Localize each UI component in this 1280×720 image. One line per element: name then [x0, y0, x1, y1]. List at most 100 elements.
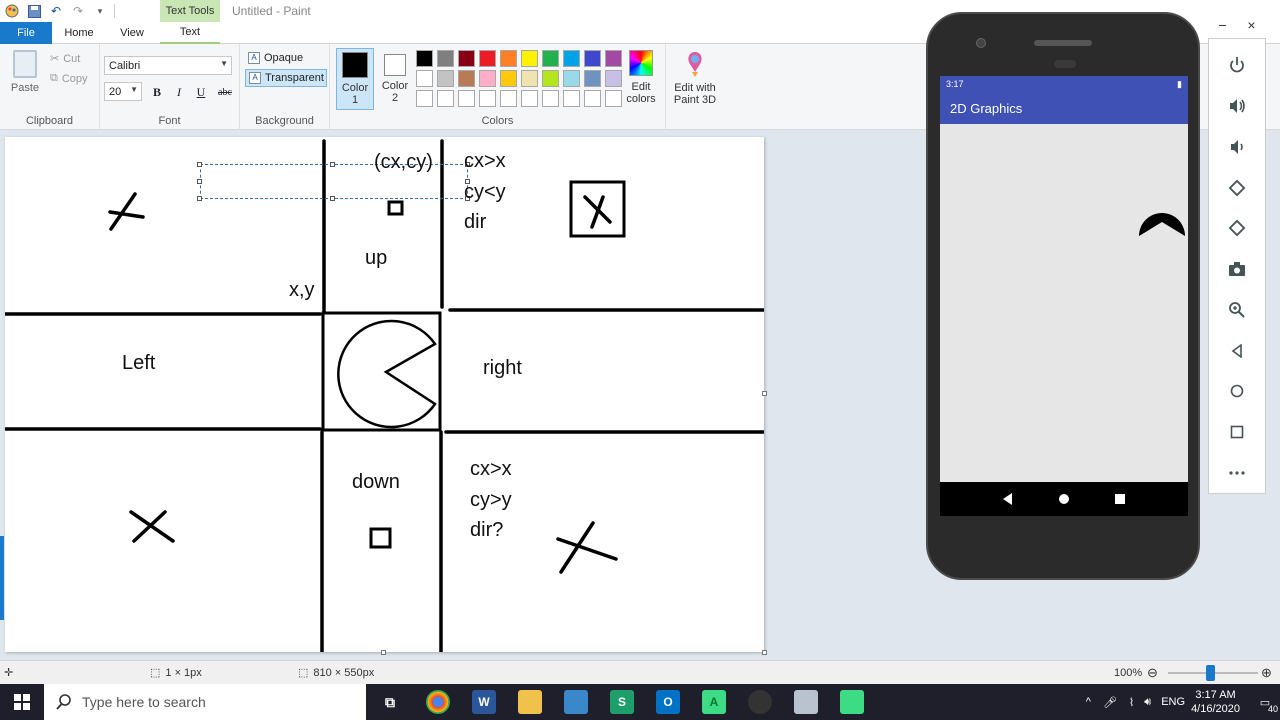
palette-swatch[interactable]: [563, 90, 580, 107]
app-icon[interactable]: S: [610, 690, 634, 714]
file-explorer-icon[interactable]: [518, 690, 542, 714]
paint-app-icon[interactable]: [4, 3, 20, 19]
save-icon[interactable]: [26, 3, 42, 19]
camera-icon[interactable]: [1217, 249, 1257, 290]
start-button[interactable]: [0, 684, 44, 720]
palette-swatch[interactable]: [521, 70, 538, 87]
palette-swatch[interactable]: [458, 50, 475, 67]
palette-swatch[interactable]: [521, 50, 538, 67]
palette-swatch[interactable]: [437, 90, 454, 107]
palette-swatch[interactable]: [584, 90, 601, 107]
canvas-resize-handle[interactable]: [381, 650, 386, 655]
palette-swatch[interactable]: [605, 90, 622, 107]
volume-down-icon[interactable]: [1217, 126, 1257, 167]
zoom-in-button[interactable]: ⊕: [1261, 665, 1272, 681]
palette-swatch[interactable]: [605, 70, 622, 87]
cut-button[interactable]: ✂ Cut: [50, 52, 80, 66]
palette-swatch[interactable]: [563, 70, 580, 87]
outlook-icon[interactable]: O: [656, 690, 680, 714]
microphone-icon[interactable]: 🎤︎: [1103, 696, 1117, 709]
phone-screen[interactable]: 3:17 ▮ 2D Graphics: [940, 76, 1188, 516]
undo-icon[interactable]: ↶: [48, 3, 64, 19]
palette-swatch[interactable]: [458, 90, 475, 107]
palette-swatch[interactable]: [542, 50, 559, 67]
emulator-taskbar-icon[interactable]: [840, 690, 864, 714]
back-icon[interactable]: [1217, 330, 1257, 371]
notification-center-button[interactable]: ▭ 40: [1250, 684, 1280, 720]
task-view-icon[interactable]: ⧉: [378, 690, 402, 714]
palette-swatch[interactable]: [437, 70, 454, 87]
palette-swatch[interactable]: [500, 90, 517, 107]
chevron-up-icon[interactable]: ^: [1086, 696, 1091, 708]
tab-file[interactable]: File: [0, 22, 52, 44]
language-indicator[interactable]: ENG: [1161, 696, 1185, 708]
edit-with-paint3d-button[interactable]: Edit with Paint 3D: [668, 50, 722, 106]
nav-overview-icon[interactable]: [1114, 493, 1126, 505]
selection-handle[interactable]: [197, 179, 202, 184]
canvas-resize-handle[interactable]: [762, 391, 767, 396]
palette-swatch[interactable]: [500, 50, 517, 67]
palette-swatch[interactable]: [521, 90, 538, 107]
android-studio-icon[interactable]: A: [702, 690, 726, 714]
selection-handle[interactable]: [330, 162, 335, 167]
clock[interactable]: 3:17 AM 4/16/2020: [1191, 688, 1240, 716]
app-icon[interactable]: [748, 690, 772, 714]
font-family-select[interactable]: Calibri ▼: [104, 56, 232, 75]
home-icon[interactable]: [1217, 371, 1257, 412]
font-size-select[interactable]: 20 ▼: [104, 82, 142, 101]
palette-swatch[interactable]: [479, 70, 496, 87]
palette-swatch[interactable]: [479, 50, 496, 67]
palette-swatch[interactable]: [542, 90, 559, 107]
palette-swatch[interactable]: [563, 50, 580, 67]
volume-icon[interactable]: 🔊︎: [1144, 696, 1151, 709]
rotate-right-icon[interactable]: [1217, 208, 1257, 249]
power-icon[interactable]: [1217, 45, 1257, 86]
taskbar-search[interactable]: Type here to search: [44, 684, 366, 720]
more-icon[interactable]: [1217, 452, 1257, 493]
palette-swatch[interactable]: [416, 70, 433, 87]
underline-button[interactable]: U: [192, 84, 210, 100]
strikethrough-button[interactable]: abc: [214, 84, 236, 100]
redo-icon[interactable]: ↷: [70, 3, 86, 19]
palette-swatch[interactable]: [500, 70, 517, 87]
opaque-option[interactable]: A Opaque: [245, 49, 327, 67]
tab-text[interactable]: Text: [160, 22, 220, 44]
palette-swatch[interactable]: [458, 70, 475, 87]
transparent-option[interactable]: A Transparent: [245, 69, 327, 87]
palette-swatch[interactable]: [605, 50, 622, 67]
paste-button[interactable]: Paste: [6, 50, 44, 104]
color1-button[interactable]: Color 1: [336, 48, 374, 110]
nav-back-icon[interactable]: [1002, 493, 1014, 505]
palette-swatch[interactable]: [479, 90, 496, 107]
palette-swatch[interactable]: [584, 50, 601, 67]
copy-button[interactable]: ⧉ Copy: [50, 72, 88, 85]
palette-swatch[interactable]: [416, 50, 433, 67]
overview-icon[interactable]: [1217, 412, 1257, 453]
wifi-icon[interactable]: ⌇: [1129, 696, 1134, 709]
paint-canvas[interactable]: (cx,cy) cx>x cy<y dir up x,y Left right …: [5, 137, 764, 652]
chrome-icon[interactable]: [426, 690, 450, 714]
palette-swatch[interactable]: [584, 70, 601, 87]
color2-button[interactable]: Color 2: [376, 48, 414, 110]
qat-dropdown-icon[interactable]: ▾: [92, 3, 108, 19]
selection-handle[interactable]: [197, 196, 202, 201]
nav-home-icon[interactable]: [1058, 493, 1070, 505]
edit-colors-button[interactable]: Edit colors: [622, 50, 660, 105]
bold-button[interactable]: B: [148, 84, 166, 100]
italic-button[interactable]: I: [170, 84, 188, 100]
palette-swatch[interactable]: [416, 90, 433, 107]
selection-handle[interactable]: [330, 196, 335, 201]
palette-swatch[interactable]: [542, 70, 559, 87]
selection-handle[interactable]: [197, 162, 202, 167]
app-icon[interactable]: [564, 690, 588, 714]
paint-taskbar-icon[interactable]: [794, 690, 818, 714]
minimize-icon[interactable]: −: [1218, 17, 1226, 33]
close-icon[interactable]: ×: [1247, 17, 1255, 33]
palette-swatch[interactable]: [437, 50, 454, 67]
tab-view[interactable]: View: [106, 22, 158, 44]
zoom-out-button[interactable]: ⊖: [1147, 665, 1158, 681]
volume-up-icon[interactable]: [1217, 86, 1257, 127]
zoom-icon[interactable]: [1217, 289, 1257, 330]
rotate-left-icon[interactable]: [1217, 167, 1257, 208]
word-icon[interactable]: W: [472, 690, 496, 714]
